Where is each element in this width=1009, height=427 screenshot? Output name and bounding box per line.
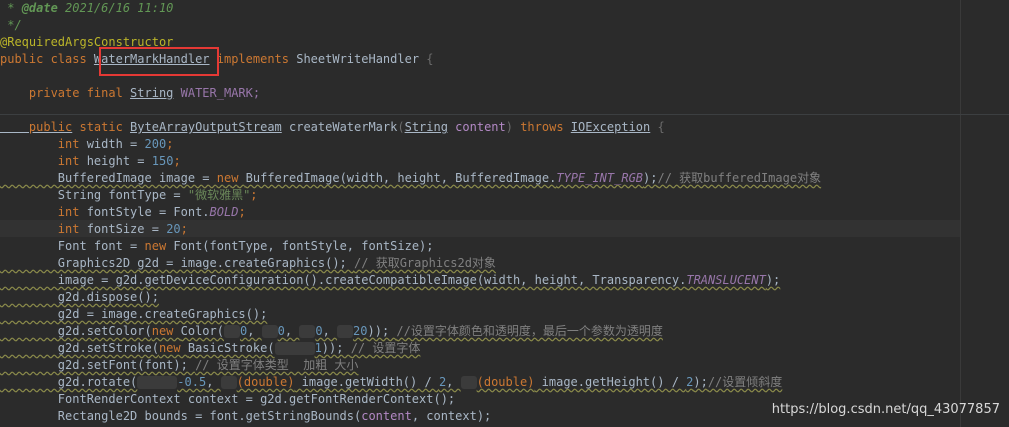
param-hint <box>220 376 237 389</box>
code-editor[interactable]: * @date 2021/6/16 11:10 */ @RequiredArgs… <box>0 0 1009 427</box>
param-hint <box>460 376 477 389</box>
code-line-13: Font font = new Font(fontType, fontStyle… <box>0 239 434 253</box>
param-hint <box>261 325 278 338</box>
code-line-19: g2d.setStroke(new BasicStroke(1)); // 设置… <box>0 341 421 355</box>
right-margin-guide <box>960 0 961 427</box>
param-hint <box>337 325 354 338</box>
param-hint <box>137 376 178 389</box>
param-hint <box>223 325 240 338</box>
code-line-20: g2d.setFont(font); // 设置字体类型 加粗 大小 <box>0 358 359 372</box>
code-line-9: BufferedImage image = new BufferedImage(… <box>0 171 822 185</box>
code-line-15: image = g2d.getDeviceConfiguration().cre… <box>0 273 781 287</box>
code-line-2: */ <box>0 18 22 32</box>
code-line-6: public static ByteArrayOutputStream crea… <box>0 120 665 134</box>
code-line-11: int fontStyle = Font.BOLD; <box>0 205 246 219</box>
code-line-5: private final String WATER_MARK; <box>0 86 261 100</box>
param-hint <box>274 342 315 355</box>
code-line-17: g2d = image.createGraphics(); <box>0 307 268 321</box>
param-hint <box>299 325 316 338</box>
code-line-8: int height = 150; <box>0 154 181 168</box>
code-line-21: g2d.rotate(-0.5, (double) image.getWidth… <box>0 375 783 389</box>
code-line-23: Rectangle2D bounds = font.getStringBound… <box>0 409 492 423</box>
code-line-7: int width = 200; <box>0 137 174 151</box>
code-line-22: FontRenderContext context = g2d.getFontR… <box>0 392 456 406</box>
highlight-annotation-box <box>99 47 219 76</box>
code-line-16: g2d.dispose(); <box>0 290 159 304</box>
method-separator <box>0 114 1009 115</box>
code-line-14: Graphics2D g2d = image.createGraphics();… <box>0 256 496 270</box>
code-line-10: String fontType = "微软雅黑"; <box>0 188 258 202</box>
code-line-1: * @date 2021/6/16 11:10 <box>0 1 174 15</box>
watermark-url: https://blog.csdn.net/qq_43077857 <box>771 402 1000 417</box>
code-line-12: int fontSize = 20; <box>0 222 188 236</box>
code-line-18: g2d.setColor(new Color(0, 0, 0, 20)); //… <box>0 324 663 338</box>
